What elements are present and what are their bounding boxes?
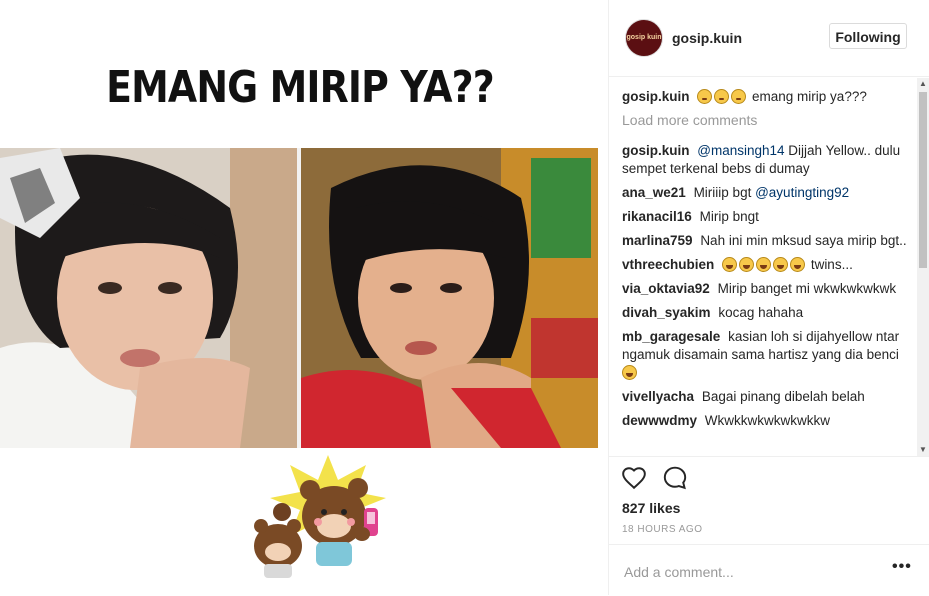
comments-scrollbar[interactable]: ▲ ▼ [917, 78, 929, 456]
comment-text: kocag hahaha [718, 305, 804, 320]
comment-username[interactable]: vthreechubien [622, 257, 714, 272]
comment-item: gosip.kuin @mansingh14 Dijjah Yellow.. d… [622, 142, 912, 178]
comment-username[interactable]: via_oktavia92 [622, 281, 710, 296]
comment-text: Mirip bngt [699, 209, 759, 224]
header-username[interactable]: gosip.kuin [672, 30, 742, 46]
post-header: gosip kuin gosip.kuin Following [609, 0, 929, 77]
comment-username[interactable]: divah_syakim [622, 305, 711, 320]
comment-text: Mirip banget mi wkwkwkwkwk [717, 281, 897, 296]
laughing-emoji-icon [622, 365, 637, 380]
post-panel: gosip kuin gosip.kuin Following gosip.ku… [608, 0, 929, 595]
comment-item: divah_syakim kocag hahaha [622, 304, 912, 322]
comment-username[interactable]: dewwwdmy [622, 413, 697, 428]
post-media[interactable]: EMANG MIRIP YA?? [0, 0, 600, 595]
scroll-up-arrow-icon[interactable]: ▲ [917, 78, 929, 90]
emoji-icon [697, 89, 713, 104]
post-headline: EMANG MIRIP YA?? [106, 62, 495, 113]
more-options-icon[interactable]: ••• [892, 558, 912, 576]
comment-mention[interactable]: @ayutingting92 [755, 185, 849, 200]
comment-item: vthreechubien twins... [622, 256, 912, 274]
comment-username[interactable]: mb_garagesale [622, 329, 720, 344]
comment-username[interactable]: ana_we21 [622, 185, 686, 200]
scroll-down-arrow-icon[interactable]: ▼ [917, 444, 929, 456]
comment-item: via_oktavia92 Mirip banget mi wkwkwkwkwk [622, 280, 912, 298]
bear-sticker [238, 450, 398, 580]
comment-text: Bagai pinang dibelah belah [701, 389, 865, 404]
post-timestamp: 18 HOURS AGO [622, 524, 703, 535]
comment-username[interactable]: marlina759 [622, 233, 693, 248]
comment-username[interactable]: vivellyacha [622, 389, 694, 404]
add-comment-input[interactable] [622, 559, 876, 585]
comments-list: gosip.kuin emang mirip ya??? Load more c… [622, 88, 912, 455]
laughing-emoji-icon [739, 257, 755, 272]
comment-item: rikanacil16 Mirip bngt [622, 208, 912, 226]
comment-item: ana_we21 Miriiip bgt @ayutingting92 [622, 184, 912, 202]
comment-text: Nah ini min mksud saya mirip bgt.. [700, 233, 907, 248]
caption: gosip.kuin emang mirip ya??? [622, 88, 912, 106]
laughing-emoji-icon [790, 257, 806, 272]
likes-count[interactable]: 827 likes [622, 500, 680, 516]
laughing-emoji-icon [722, 257, 738, 272]
comment-item: mb_garagesale kasian loh si dijahyellow … [622, 328, 912, 382]
laughing-emoji-icon [773, 257, 789, 272]
comment-item: vivellyacha Bagai pinang dibelah belah [622, 388, 912, 406]
following-button[interactable]: Following [829, 23, 907, 49]
avatar-logo-text: gosip kuin [626, 34, 662, 41]
photo-left [0, 148, 297, 448]
comment-text: twins... [810, 257, 853, 272]
comment-icon[interactable] [662, 465, 688, 491]
comment-text: Miriiip bgt [693, 185, 752, 200]
comment-username[interactable]: gosip.kuin [622, 143, 690, 158]
laughing-emoji-icon [756, 257, 772, 272]
heart-icon[interactable] [621, 465, 647, 491]
comment-username[interactable]: rikanacil16 [622, 209, 692, 224]
avatar[interactable]: gosip kuin [625, 19, 663, 57]
scroll-thumb[interactable] [919, 92, 927, 268]
post-actions: 827 likes 18 HOURS AGO [609, 456, 929, 545]
comment-item: dewwwdmy Wkwkkwkwkwkwkkw [622, 412, 912, 430]
caption-username[interactable]: gosip.kuin [622, 89, 690, 104]
emoji-icon [714, 89, 730, 104]
caption-text: emang mirip ya??? [752, 89, 867, 104]
comment-text: Wkwkkwkwkwkwkkw [704, 413, 831, 428]
emoji-icon [731, 89, 747, 104]
add-comment-bar: ••• [609, 544, 929, 596]
photo-right [301, 148, 598, 448]
comment-mention[interactable]: @mansingh14 [697, 143, 784, 158]
comment-item: marlina759 Nah ini min mksud saya mirip … [622, 232, 912, 250]
load-more-comments[interactable]: Load more comments [622, 112, 912, 128]
